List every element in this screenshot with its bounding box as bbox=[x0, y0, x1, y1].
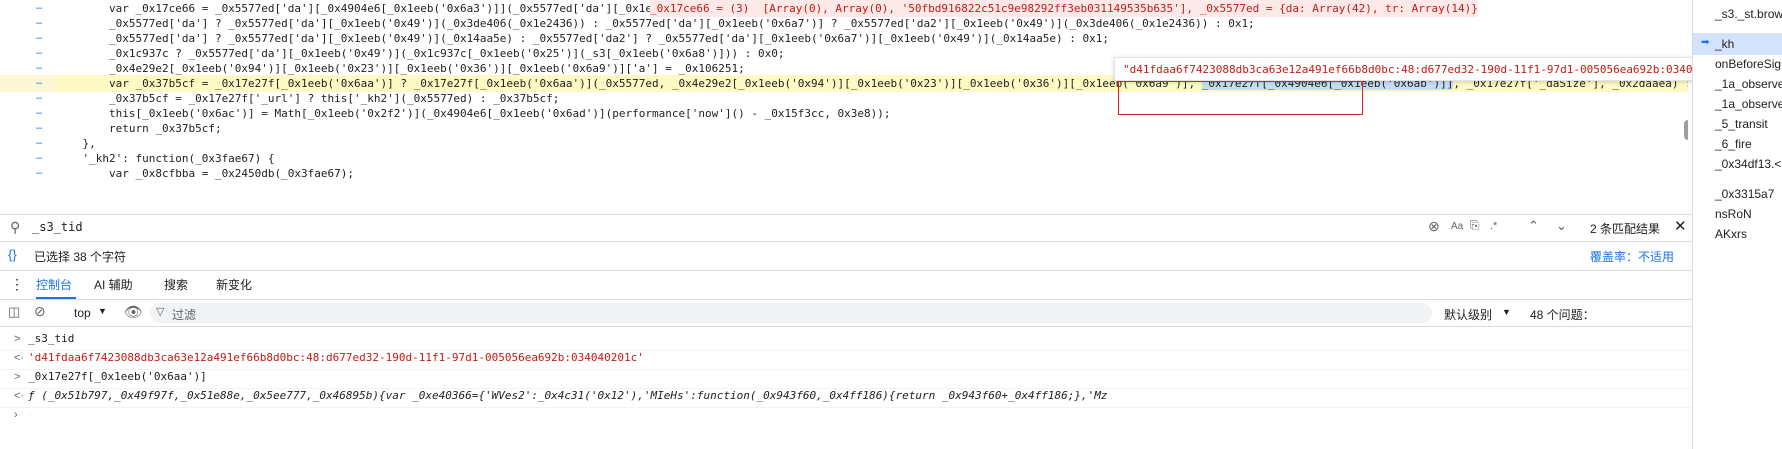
call-frame-item[interactable]: _s3._st.brow bbox=[1715, 4, 1782, 24]
previous-match-icon[interactable]: ⌃ bbox=[1528, 218, 1539, 234]
filter-input-box[interactable]: ▽ 过滤 bbox=[150, 303, 1432, 323]
sidebar-toggle-icon[interactable]: ◫ bbox=[8, 304, 20, 320]
value-popover: "d41fdaa6f7423088db3ca63e12a491ef66b8d0b… bbox=[1114, 57, 1716, 81]
context-selector[interactable]: top bbox=[74, 306, 91, 320]
drawer-menu-icon[interactable]: ⋮ bbox=[10, 276, 24, 293]
clear-console-icon[interactable]: ⊘ bbox=[34, 303, 46, 320]
chevron-down-icon: ▼ bbox=[98, 306, 107, 316]
tab-search[interactable]: 搜索 bbox=[164, 271, 188, 299]
code-editor[interactable]: – var _0x17ce66 = _0x5577ed['da'][_0x490… bbox=[0, 0, 1688, 210]
search-input[interactable]: _s3_tid bbox=[32, 220, 83, 234]
call-frame-item[interactable]: onBeforeSig bbox=[1715, 54, 1781, 74]
call-frame-item[interactable]: AKxrs bbox=[1715, 224, 1747, 244]
drawer-tab-bar: ⋮ 控制台 AI 辅助 搜索 新变化 bbox=[0, 270, 1692, 300]
call-stack-panel[interactable]: ➡ _s3._st.brow _kh onBeforeSig _1a_obser… bbox=[1692, 0, 1782, 449]
selection-info: 已选择 38 个字符 bbox=[34, 250, 127, 264]
call-frame-item[interactable]: _6_fire bbox=[1715, 134, 1752, 154]
source-search-bar: ⚲ _s3_tid ⊗ Aa ⎘ .* ⌃ ⌄ 2 条匹配结果 ✕ bbox=[0, 214, 1692, 242]
console-toolbar: ◫ ⊘ top ▼ 👁 ▽ 过滤 默认级别 ▼ 48 个问题： bbox=[0, 300, 1692, 327]
match-case-toggle[interactable]: Aa bbox=[1451, 221, 1463, 232]
line-gutter-marker: – bbox=[36, 167, 43, 179]
current-frame-arrow-icon: ➡ bbox=[1701, 37, 1710, 48]
filter-input[interactable]: 过滤 bbox=[172, 306, 196, 323]
editor-status-bar: {} 已选择 38 个字符 覆盖率：不适用 bbox=[0, 244, 1692, 266]
prompt-chevron-icon: › bbox=[14, 409, 18, 421]
call-frame-item[interactable]: _1a_observe bbox=[1715, 94, 1782, 114]
editor-scrollbar-thumb[interactable] bbox=[1684, 120, 1688, 140]
call-frame-item-selected[interactable]: _kh bbox=[1715, 34, 1734, 54]
search-icon: ⚲ bbox=[10, 219, 21, 235]
regex-toggle[interactable]: .* bbox=[1490, 220, 1497, 232]
console-output[interactable]: > _s3_tid <· 'd41fdaa6f7423088db3ca63e12… bbox=[0, 328, 1692, 449]
console-prompt[interactable]: › bbox=[0, 404, 1692, 426]
tab-console[interactable]: 控制台 bbox=[36, 271, 76, 299]
highlight-annotation-box bbox=[1118, 81, 1363, 115]
close-search-icon[interactable]: ✕ bbox=[1674, 217, 1687, 235]
chevron-down-icon: ▼ bbox=[1502, 307, 1511, 317]
code-text-head: var _0x37b5cf = _0x17e27f[_0x1eeb('0x6aa… bbox=[56, 77, 1202, 90]
issues-counter[interactable]: 48 个问题： bbox=[1530, 306, 1595, 323]
filter-icon: ▽ bbox=[156, 306, 165, 318]
match-count: 2 条匹配结果 bbox=[1590, 222, 1661, 236]
call-frame-item[interactable]: _0x3315a7 bbox=[1715, 184, 1774, 204]
call-frame-item[interactable]: _5_transit bbox=[1715, 114, 1768, 134]
code-text: var _0x8cfbba = _0x2450db(_0x3fae67); bbox=[56, 167, 355, 180]
match-whole-word-icon[interactable]: ⎘ bbox=[1470, 218, 1480, 233]
call-frame-item[interactable]: nsRoN bbox=[1715, 204, 1752, 224]
live-expression-eye-icon[interactable]: 👁 bbox=[124, 303, 143, 321]
tab-ai-assistance[interactable]: AI 辅助 bbox=[94, 271, 133, 299]
call-frame-item[interactable]: _0x34df13.< bbox=[1715, 154, 1781, 174]
tab-whats-new[interactable]: 新变化 bbox=[216, 271, 252, 299]
call-frame-item[interactable]: _1a_observe bbox=[1715, 74, 1782, 94]
next-match-icon[interactable]: ⌄ bbox=[1556, 218, 1567, 234]
log-level-dropdown[interactable]: 默认级别 bbox=[1444, 306, 1492, 323]
pretty-print-icon[interactable]: {} bbox=[8, 247, 17, 262]
coverage-link[interactable]: 覆盖率：不适用 bbox=[1590, 248, 1674, 265]
code-line[interactable]: – var _0x8cfbba = _0x2450db(_0x3fae67); bbox=[0, 165, 1688, 182]
clear-search-icon[interactable]: ⊗ bbox=[1428, 218, 1440, 235]
